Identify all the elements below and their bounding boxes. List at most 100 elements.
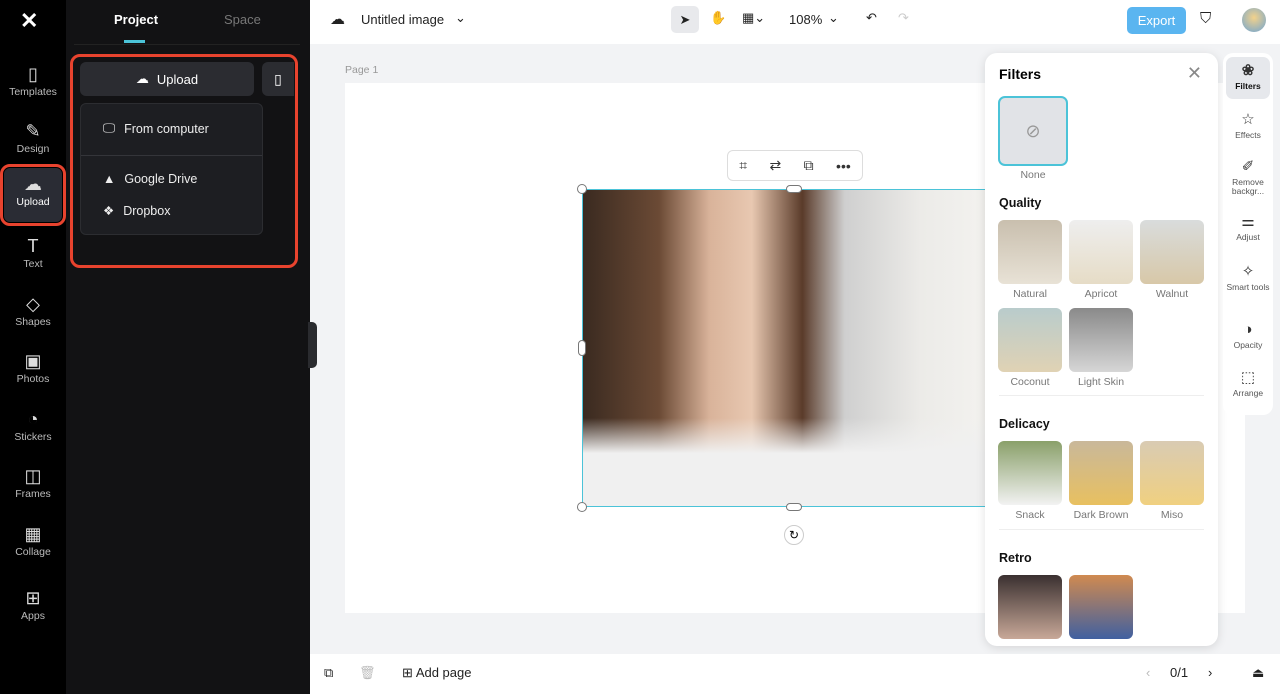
rail-item-design[interactable]: ✎ Design xyxy=(4,115,62,169)
filter-thumbnail[interactable] xyxy=(1069,308,1133,372)
shapes-icon: ◇ xyxy=(26,294,40,314)
filter-thumbnail[interactable] xyxy=(1069,220,1133,284)
label: Add page xyxy=(415,665,472,680)
rotate-handle-icon[interactable]: ↻ xyxy=(784,525,804,545)
rail-item-text[interactable]: T Text xyxy=(4,230,62,284)
section-title: Quality xyxy=(999,196,1042,210)
phone-icon: ▯ xyxy=(274,71,282,87)
prev-page-icon[interactable]: ‹ xyxy=(1146,665,1150,680)
tool-arrange[interactable]: ⬚ Arrange xyxy=(1226,364,1270,408)
layout-icon[interactable]: ▦⌄ xyxy=(742,10,765,26)
tool-effects[interactable]: ☆ Effects xyxy=(1226,106,1270,150)
filters-panel: Filters ✕ ⊘ None Quality Natural Apricot Wa… xyxy=(985,53,1218,646)
google-drive-icon: ▲ xyxy=(103,172,116,186)
resize-handle[interactable] xyxy=(786,185,802,193)
image-toolbar: ⌗ ⇄ ⧉ ••• xyxy=(727,150,863,181)
rail-item-shapes[interactable]: ◇ Shapes xyxy=(4,288,62,342)
no-filter-icon: ⊘ xyxy=(1025,121,1041,141)
resize-handle[interactable] xyxy=(577,184,587,194)
shield-icon[interactable]: ⛉ xyxy=(1200,10,1211,27)
tab-space[interactable]: Space xyxy=(224,12,261,27)
menu-item-from-computer[interactable]: 🖵 From computer xyxy=(103,121,209,136)
close-icon[interactable]: ✕ xyxy=(1187,63,1202,84)
upload-button[interactable]: ☁ Upload xyxy=(80,62,254,96)
filter-label: None xyxy=(1020,169,1046,181)
menu-item-dropbox[interactable]: ❖ Dropbox xyxy=(103,203,171,219)
tool-opacity[interactable]: ◑ Opacity xyxy=(1226,316,1270,360)
resize-handle[interactable] xyxy=(786,503,802,511)
active-tab-indicator xyxy=(124,40,145,43)
redo-icon[interactable]: ↷ xyxy=(898,10,909,26)
filter-thumbnail[interactable] xyxy=(998,575,1062,639)
tab-project[interactable]: Project xyxy=(114,12,158,27)
label: Apps xyxy=(21,610,45,622)
crop-icon[interactable]: ⌗ xyxy=(739,157,747,174)
divider xyxy=(999,529,1204,530)
hand-tool-icon[interactable]: ✋ xyxy=(710,10,726,26)
effects-icon: ☆ xyxy=(1241,111,1255,128)
zoom-level[interactable]: 108% xyxy=(789,12,822,27)
rail-item-collage[interactable]: ▦ Collage xyxy=(4,518,62,572)
undo-icon[interactable]: ↶ xyxy=(866,10,877,26)
filter-thumbnail[interactable] xyxy=(1069,441,1133,505)
filter-thumbnail[interactable] xyxy=(1140,220,1204,284)
mobile-upload-button[interactable]: ▯ xyxy=(262,62,294,96)
duplicate-page-icon[interactable]: ⧉ xyxy=(324,665,333,681)
delete-icon[interactable]: 🗑 xyxy=(359,665,376,681)
cloud-icon[interactable]: ☁ xyxy=(330,10,345,28)
chevron-down-icon[interactable]: ⌄ xyxy=(828,10,839,26)
filter-thumbnail[interactable] xyxy=(998,308,1062,372)
filter-label: Dark Brown xyxy=(1073,509,1129,521)
filter-none[interactable]: ⊘ xyxy=(998,96,1068,166)
tool-remove[interactable]: ✐ Remove backgr... xyxy=(1226,153,1270,197)
filter-thumbnail[interactable] xyxy=(1069,575,1133,639)
rail-item-templates[interactable]: ▯ Templates xyxy=(4,58,62,112)
panel-title: Filters xyxy=(999,66,1042,82)
menu-item-google-drive[interactable]: ▲ Google Drive xyxy=(103,172,197,186)
remove-icon: ✐ xyxy=(1241,158,1255,175)
filter-label: Light Skin xyxy=(1077,376,1125,388)
export-button[interactable]: Export xyxy=(1127,7,1186,34)
avatar[interactable] xyxy=(1242,8,1266,32)
stickers-icon: ◔ xyxy=(27,409,39,429)
tool-smart[interactable]: ✧ Smart tools xyxy=(1226,258,1270,302)
divider xyxy=(74,44,300,45)
document-title[interactable]: Untitled image xyxy=(361,12,444,27)
tool-filters[interactable]: ❀ Filters xyxy=(1226,57,1270,99)
chevron-down-icon[interactable]: ⌄ xyxy=(455,10,466,26)
label: Effects xyxy=(1235,130,1261,140)
capcut-logo-icon: ✕ xyxy=(20,8,39,33)
add-page-button[interactable]: ⊞ Add page xyxy=(402,665,471,681)
resize-handle[interactable] xyxy=(577,502,587,512)
adjust-icon: ⚌ xyxy=(1241,213,1255,230)
frames-icon: ◫ xyxy=(24,466,42,486)
rail-item-apps[interactable]: ⊞ Apps xyxy=(4,582,62,636)
replace-icon[interactable]: ⇄ xyxy=(770,157,782,174)
resize-handle[interactable] xyxy=(578,340,586,356)
select-tool-icon[interactable]: ➤ xyxy=(671,6,699,33)
filter-thumbnail[interactable] xyxy=(1140,441,1204,505)
label: Arrange xyxy=(1232,388,1264,398)
label: Remove backgr... xyxy=(1231,177,1265,196)
filter-label: Apricot xyxy=(1084,288,1118,300)
templates-icon: ▯ xyxy=(28,64,38,84)
text-icon: T xyxy=(27,236,39,256)
rail-item-stickers[interactable]: ◔ Stickers xyxy=(4,403,62,457)
duplicate-icon[interactable]: ⧉ xyxy=(804,157,814,174)
next-page-icon[interactable]: › xyxy=(1208,665,1212,680)
rail-item-photos[interactable]: ▣ Photos xyxy=(4,345,62,399)
selected-image[interactable] xyxy=(582,189,1006,507)
arrange-icon: ⬚ xyxy=(1240,369,1256,386)
tool-adjust[interactable]: ⚌ Adjust xyxy=(1226,208,1270,252)
filter-thumbnail[interactable] xyxy=(998,220,1062,284)
collapse-panel-handle[interactable] xyxy=(308,322,317,368)
lock-icon[interactable]: ⏏ xyxy=(1252,665,1264,681)
rail-item-upload[interactable]: ☁ Upload xyxy=(0,164,66,226)
more-icon[interactable]: ••• xyxy=(836,158,851,174)
label: Dropbox xyxy=(123,203,171,218)
photos-icon: ▣ xyxy=(24,351,42,371)
left-rail: ✕ ▯ Templates ✎ Design ☁ Upload T Text ◇ Shapes ▣ P… xyxy=(0,0,66,694)
filter-thumbnail[interactable] xyxy=(998,441,1062,505)
rail-item-frames[interactable]: ◫ Frames xyxy=(4,460,62,514)
divider xyxy=(81,155,262,156)
